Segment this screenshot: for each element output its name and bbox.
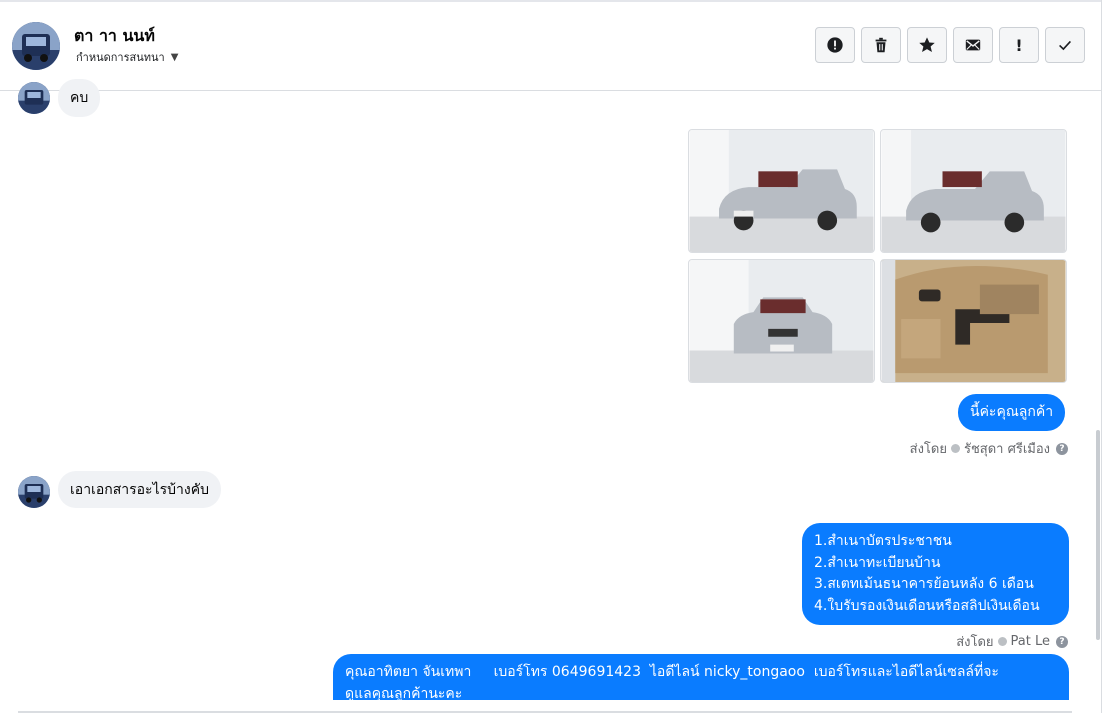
message-line: คุณอาทิตยา จันเทพา เบอร์โทร 0649691423 ไ…: [345, 664, 999, 680]
conversation-header: ตา าา นนท์ กำหนดการสนทนา ▼ !: [0, 2, 1101, 91]
message-line: ดูแลคุณลูกค้านะคะ: [345, 685, 463, 701]
incoming-message[interactable]: เอาเอกสารอะไรบ้างคับ: [58, 471, 221, 508]
outgoing-message-documents[interactable]: 1.สำเนาบัตรประชาชน 2.สำเนาทะเบียนบ้าน 3.…: [802, 523, 1069, 625]
delete-button[interactable]: [861, 27, 901, 63]
report-button[interactable]: [815, 27, 855, 63]
sent-by-info: ส่งโดย Pat Le ?: [956, 631, 1068, 652]
sent-by-info: ส่งโดย รัชสุดา ศรีเมือง ?: [910, 438, 1068, 459]
sender-name[interactable]: Pat Le: [1011, 634, 1050, 649]
alert-circle-icon: [826, 36, 844, 54]
star-icon: [918, 36, 936, 54]
mark-done-button[interactable]: [1045, 27, 1085, 63]
conversation-toolbar: !: [815, 27, 1085, 63]
car-photo-front[interactable]: [688, 259, 875, 383]
mark-unread-button[interactable]: [953, 27, 993, 63]
sent-by-label: ส่งโดย: [956, 635, 994, 650]
contact-name[interactable]: ตา าา นนท์: [74, 24, 155, 49]
envelope-icon: [964, 36, 982, 54]
trash-icon: [872, 36, 890, 54]
outgoing-message[interactable]: นี้ค่ะคุณลูกค้า: [958, 394, 1066, 431]
help-icon[interactable]: ?: [1056, 635, 1068, 648]
mark-important-button[interactable]: !: [999, 27, 1039, 63]
message-line: 3.สเตทเม้นธนาคารย้อนหลัง 6 เดือน: [814, 576, 1034, 592]
outgoing-message-contact[interactable]: คุณอาทิตยา จันเทพา เบอร์โทร 0649691423 ไ…: [333, 654, 1069, 700]
exclamation-icon: !: [1015, 35, 1023, 55]
message-line: 4.ใบรับรองเงินเดือนหรือสลิปเงินเดือน: [814, 597, 1040, 614]
sender-avatar[interactable]: [18, 82, 50, 114]
scrollbar[interactable]: [1096, 430, 1100, 640]
car-photo-front-left[interactable]: [688, 129, 875, 253]
sender-name[interactable]: รัชสุดา ศรีเมือง: [964, 438, 1050, 459]
car-photo-front-left-2[interactable]: [880, 129, 1067, 253]
conversation-view: ตา าา นนท์ กำหนดการสนทนา ▼ ! คบ นี้ค่ะคุ…: [0, 0, 1102, 713]
car-photo-door-panel[interactable]: [880, 259, 1067, 383]
caret-down-icon: ▼: [170, 51, 179, 63]
sender-avatar[interactable]: [18, 476, 50, 508]
message-line: 2.สำเนาทะเบียนบ้าน: [814, 554, 941, 571]
incoming-message[interactable]: คบ: [58, 79, 101, 117]
message-line: 1.สำเนาบัตรประชาชน: [814, 533, 952, 549]
checkmark-icon: [1056, 36, 1074, 54]
contact-avatar[interactable]: [12, 22, 60, 70]
schedule-label: กำหนดการสนทนา: [76, 51, 165, 64]
help-icon[interactable]: ?: [1056, 442, 1068, 455]
agent-status-icon: [997, 637, 1007, 646]
sent-by-label: ส่งโดย: [909, 442, 947, 457]
agent-status-icon: [950, 444, 960, 453]
star-button[interactable]: [907, 27, 947, 63]
conversation-schedule-dropdown[interactable]: กำหนดการสนทนา ▼: [76, 48, 178, 66]
